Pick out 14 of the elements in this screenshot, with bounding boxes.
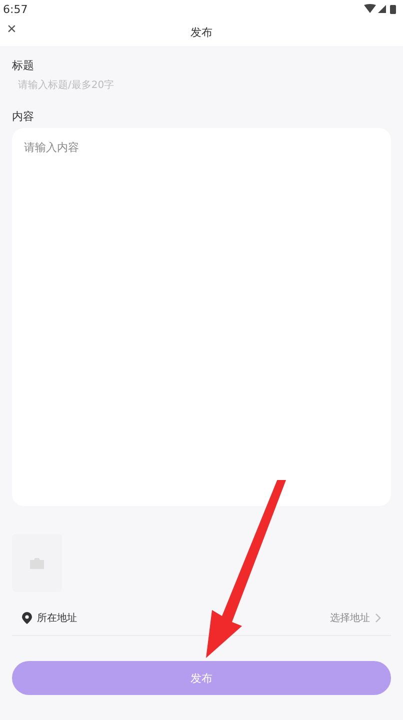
location-pin-icon — [22, 612, 32, 624]
publish-button[interactable]: 发布 — [12, 661, 391, 695]
content-input[interactable]: 请输入内容 — [12, 128, 391, 506]
location-label: 所在地址 — [37, 612, 77, 625]
status-time: 6:57 — [3, 2, 28, 16]
field-label: 内容 — [12, 109, 34, 124]
page-title: 发布 — [190, 24, 212, 40]
chevron-right-icon — [375, 613, 381, 623]
choose-address-link[interactable]: 选择地址 — [330, 611, 381, 625]
status-icons — [364, 4, 398, 14]
close-button[interactable]: × — [4, 21, 20, 39]
title-input[interactable]: 请输入标题/最多20字 — [12, 76, 391, 95]
add-photo-button[interactable] — [12, 534, 62, 592]
field-label: 标题 — [12, 58, 34, 73]
